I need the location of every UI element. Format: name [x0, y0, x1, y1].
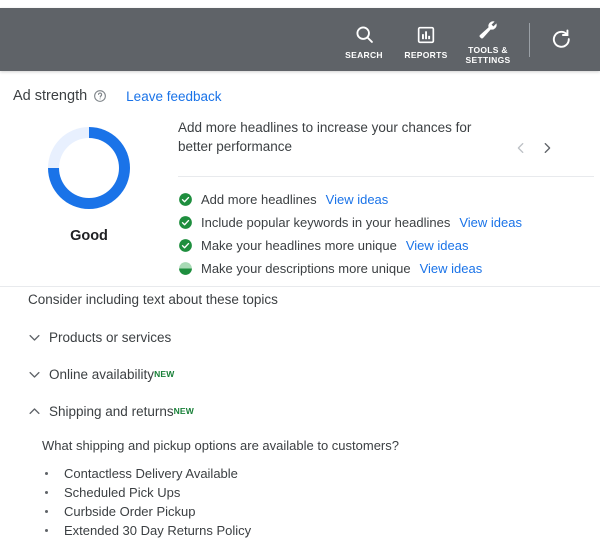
topics-title: Consider including text about these topi… [0, 292, 600, 307]
check-circle-icon [178, 238, 193, 253]
suggestion-label: Make your descriptions more unique [201, 261, 411, 276]
view-ideas-link[interactable]: View ideas [459, 215, 522, 230]
topbar-divider [529, 23, 530, 57]
list-item: Add more headlines View ideas [178, 188, 594, 211]
topic-label: Products or services [49, 330, 171, 345]
chevron-right-icon[interactable] [534, 135, 560, 161]
topbar-search-action[interactable]: SEARCH [333, 20, 395, 60]
recommendation-headline: Add more headlines to increase your chan… [178, 118, 508, 156]
topic-label: Online availability [49, 367, 154, 382]
chevron-down-icon [25, 365, 43, 383]
bullet-dot-icon [45, 510, 48, 513]
topic-row-online-availability[interactable]: Online availability NEW [0, 362, 600, 386]
bullet-dot-icon [45, 472, 48, 475]
ad-strength-donut [48, 127, 130, 209]
suggestion-label: Make your headlines more unique [201, 238, 397, 253]
topic-row-products-or-services[interactable]: Products or services [0, 325, 600, 349]
check-circle-icon [178, 215, 193, 230]
list-item: Contactless Delivery Available [42, 464, 600, 483]
wrench-icon [477, 17, 499, 43]
topbar-tools-settings-action[interactable]: TOOLS & SETTINGS [457, 15, 519, 65]
top-app-bar: SEARCH REPORTS TOOLS & SETTINGS [0, 8, 600, 71]
section-divider [0, 286, 600, 287]
view-ideas-link[interactable]: View ideas [406, 238, 469, 253]
view-ideas-link[interactable]: View ideas [420, 261, 483, 276]
topbar-reports-label: REPORTS [404, 50, 447, 60]
suggestion-label: Add more headlines [201, 192, 317, 207]
reports-bar-chart-icon [416, 22, 436, 48]
donut-hole [59, 138, 119, 198]
leave-feedback-link[interactable]: Leave feedback [126, 89, 221, 104]
bullet-label: Curbside Order Pickup [64, 504, 196, 519]
ad-strength-gauge-column: Good [0, 112, 178, 284]
list-item: Scheduled Pick Ups [42, 483, 600, 502]
ad-strength-header: Ad strength Leave feedback [0, 82, 600, 110]
status-badge: NEW [154, 369, 174, 379]
list-item: Make your descriptions more unique View … [178, 257, 594, 280]
topbar-tools-settings-label: TOOLS & SETTINGS [466, 45, 511, 65]
page-title: Ad strength [13, 88, 87, 104]
ad-strength-panel: Good Add more headlines to increase your… [0, 112, 600, 284]
topbar-reports-action[interactable]: REPORTS [395, 20, 457, 60]
topic-bullet-list: Contactless Delivery Available Scheduled… [42, 464, 600, 540]
half-circle-icon [178, 261, 193, 276]
view-ideas-link[interactable]: View ideas [326, 192, 389, 207]
topic-expanded-content: What shipping and pickup options are ava… [0, 436, 600, 540]
chevron-up-icon [25, 402, 43, 420]
bullet-label: Scheduled Pick Ups [64, 485, 180, 500]
check-circle-icon [178, 192, 193, 207]
topic-question: What shipping and pickup options are ava… [42, 438, 600, 453]
topic-row-shipping-and-returns[interactable]: Shipping and returns NEW [0, 399, 600, 423]
bullet-label: Contactless Delivery Available [64, 466, 238, 481]
chevron-down-icon [25, 328, 43, 346]
topbar-search-label: SEARCH [345, 50, 383, 60]
recommendation-nav [508, 118, 560, 161]
list-item: Include popular keywords in your headlin… [178, 211, 594, 234]
chevron-left-icon[interactable] [508, 135, 534, 161]
search-icon [354, 22, 375, 48]
bullet-dot-icon [45, 491, 48, 494]
recommendation-headline-row: Add more headlines to increase your chan… [178, 112, 594, 177]
refresh-icon[interactable] [544, 23, 578, 57]
ad-strength-rating-label: Good [70, 228, 108, 244]
bullet-label: Extended 30 Day Returns Policy [64, 523, 251, 538]
help-circle-icon[interactable] [93, 89, 107, 103]
suggestion-label: Include popular keywords in your headlin… [201, 215, 450, 230]
status-badge: NEW [174, 406, 194, 416]
ad-strength-detail-column: Add more headlines to increase your chan… [178, 112, 600, 284]
list-item: Curbside Order Pickup [42, 502, 600, 521]
list-item: Extended 30 Day Returns Policy [42, 521, 600, 540]
topic-label: Shipping and returns [49, 404, 174, 419]
topics-section: Consider including text about these topi… [0, 292, 600, 540]
suggestion-list: Add more headlines View ideas Include po… [178, 177, 594, 280]
list-item: Make your headlines more unique View ide… [178, 234, 594, 257]
